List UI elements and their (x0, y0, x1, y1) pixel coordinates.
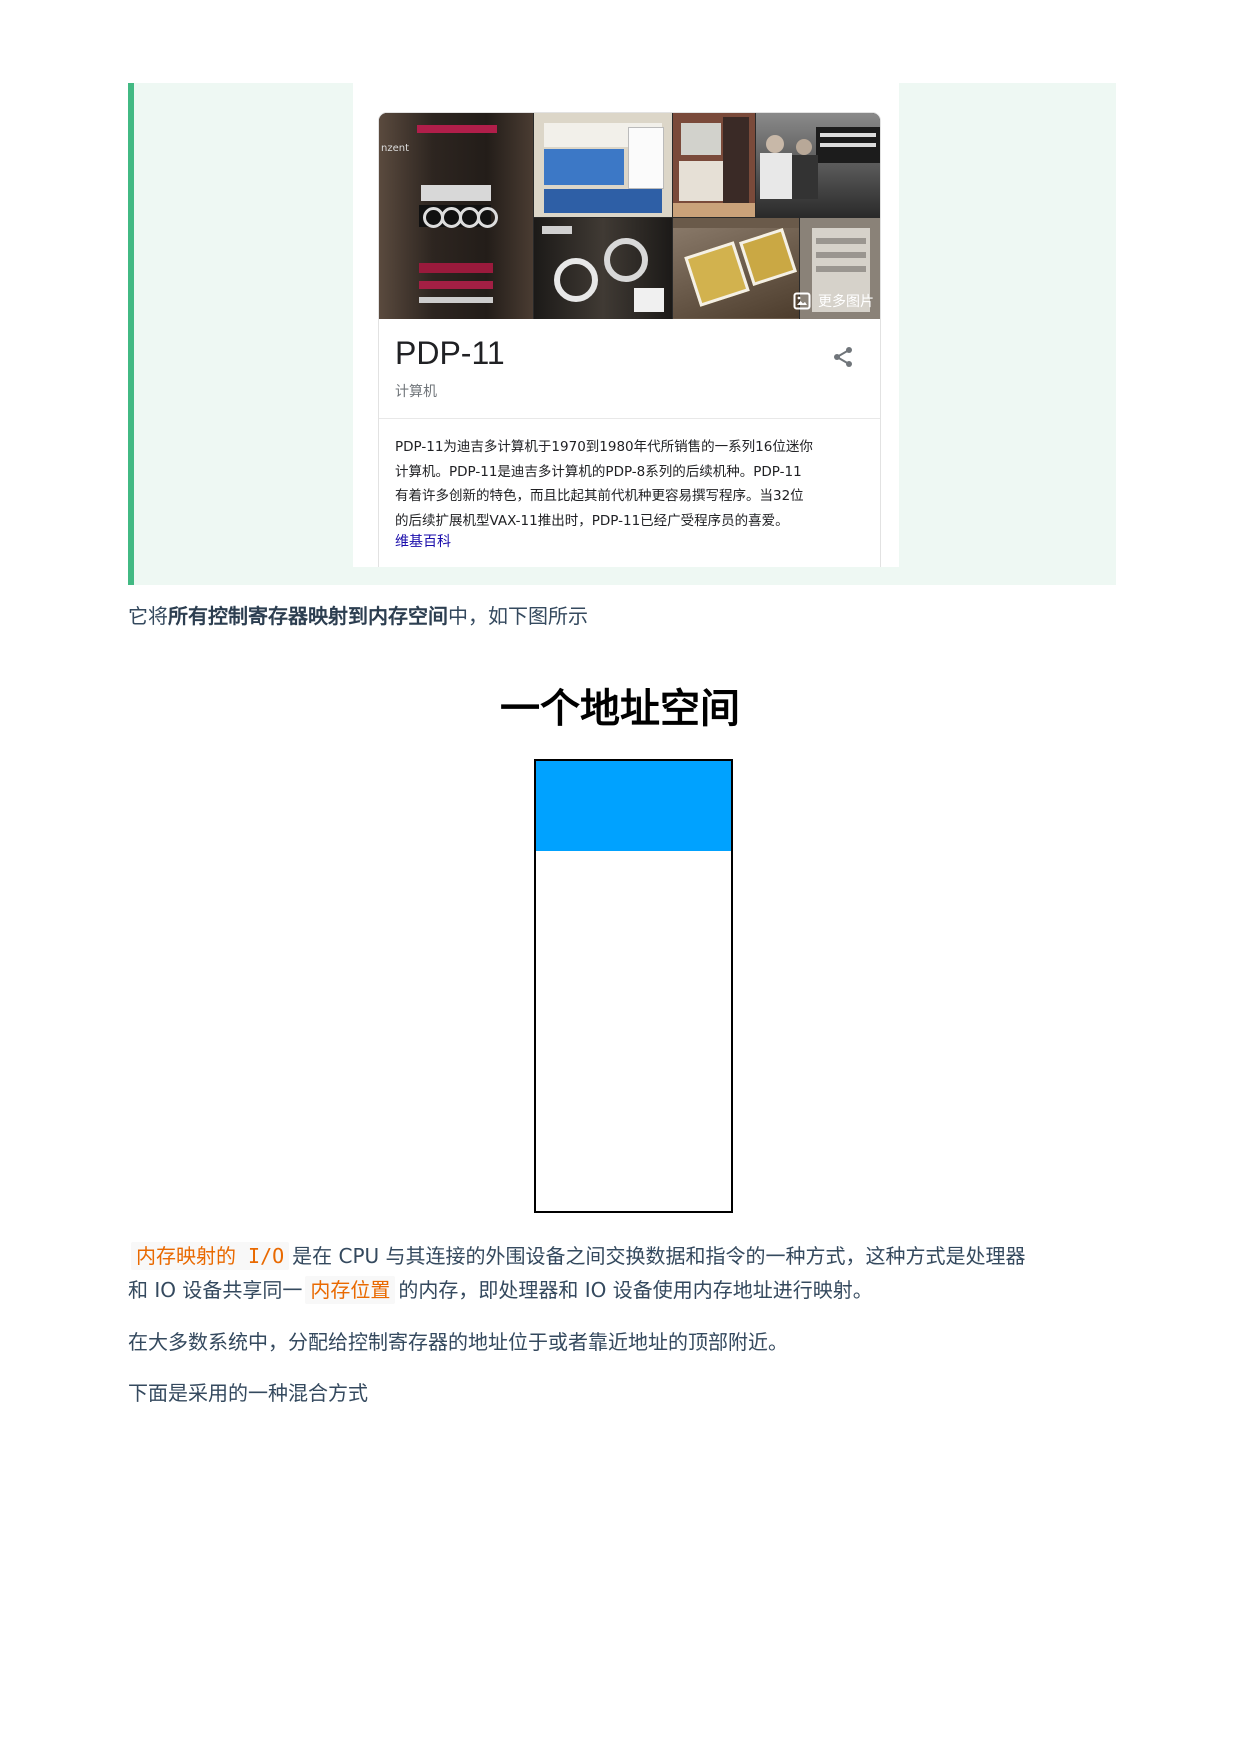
photo-pdp11-cabinet[interactable]: nzent (379, 113, 533, 319)
para1-after: 中，如下图所示 (448, 604, 588, 628)
paragraph-mmio-line2: 和 IO 设备共享同一 内存位置 的内存，即处理器和 IO 设备使用内存地址进行映射… (128, 1274, 873, 1304)
photo-tape-drives[interactable] (534, 218, 672, 319)
more-images-button[interactable]: 更多图片 (793, 291, 874, 311)
para1-bold: 所有控制寄存器映射到内存空间 (168, 604, 448, 628)
more-images-label: 更多图片 (818, 294, 874, 310)
paragraph-address-top: 在大多数系统中，分配给控制寄存器的地址位于或者靠近地址的顶部附近。 (128, 1330, 788, 1354)
image-collage[interactable]: nzent 更多图片 (379, 113, 880, 319)
knowledge-card: nzent 更多图片 PDP-11 计算机 PDP-11为迪吉多计算机于1970… (378, 112, 881, 567)
card-description-line: 有着许多创新的特色，而且比起其前代机种更容易撰写程序。当32位 (395, 488, 804, 504)
photo-blue-console[interactable] (534, 113, 672, 217)
para1-before: 它将 (128, 604, 168, 628)
paragraph-mmio-line1: 内存映射的 I/O 是在 CPU 与其连接的外围设备之间交换数据和指令的一种方式，… (128, 1240, 1026, 1270)
io-register-region (536, 761, 731, 851)
photo-operators[interactable] (756, 113, 880, 217)
share-icon[interactable] (831, 345, 855, 369)
card-subtitle: 计算机 (395, 384, 437, 400)
paragraph-mapping: 它将所有控制寄存器映射到内存空间中，如下图所示 (128, 600, 588, 629)
card-title: PDP-11 (395, 335, 505, 371)
card-divider (379, 418, 880, 419)
card-description: PDP-11为迪吉多计算机于1970到1980年代所销售的一系列16位迷你 计算… (395, 435, 867, 533)
cabinet-brand-stripe (417, 125, 497, 133)
card-description-line: PDP-11为迪吉多计算机于1970到1980年代所销售的一系列16位迷你 (395, 439, 813, 455)
wikipedia-link[interactable]: 维基百科 (395, 531, 451, 551)
diagram-title: 一个地址空间 (500, 686, 740, 732)
image-icon (793, 292, 811, 310)
inline-code-memory-location: 内存位置 (305, 1276, 396, 1304)
para2-part1: 是在 CPU 与其连接的外围设备之间交换数据和指令的一种方式，这种方式是处理器 (292, 1244, 1026, 1268)
para2-part3: 的内存，即处理器和 IO 设备使用内存地址进行映射。 (398, 1278, 873, 1302)
para2-part2: 和 IO 设备共享同一 (128, 1278, 303, 1302)
photo-chips[interactable] (673, 218, 799, 319)
inline-code-mmio: 内存映射的 I/O (131, 1242, 290, 1270)
card-description-line: 的后续扩展机型VAX-11推出时，PDP-11已经广受程序员的喜爱。 (395, 512, 789, 529)
card-description-line: 计算机。PDP-11是迪吉多计算机的PDP-8系列的后续机种。PDP-11 (395, 463, 802, 480)
paragraph-hybrid: 下面是采用的一种混合方式 (128, 1381, 368, 1405)
photo-text-label: nzent (381, 143, 409, 154)
photo-terminal[interactable] (673, 113, 755, 217)
